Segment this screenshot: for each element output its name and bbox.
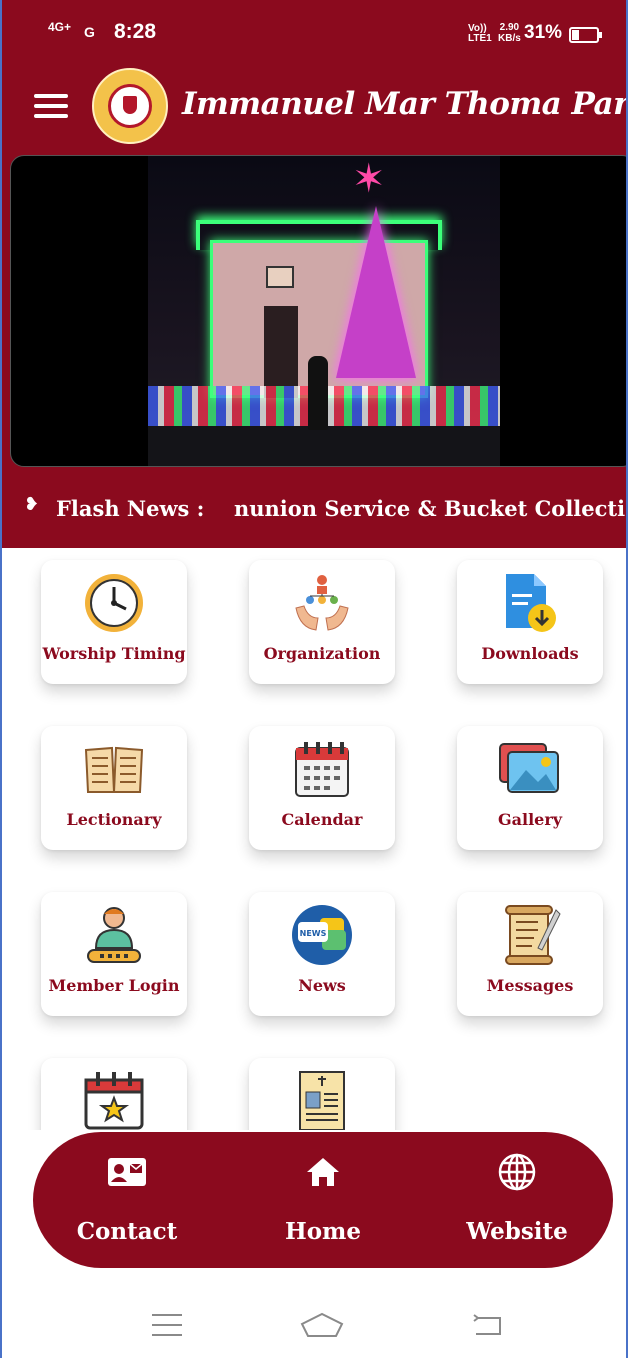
nav-label: Home (284, 1218, 362, 1245)
flash-news-text: nunion Service & Bucket Collection (234, 496, 628, 521)
contact-card-icon (108, 1158, 146, 1186)
status-bar: 4G+ G 8:28 Vo)) LTE1 2.90 KB/s 31% (2, 0, 626, 64)
calendar-icon (295, 742, 349, 797)
tile-events[interactable] (41, 1058, 187, 1130)
tile-label: News (298, 976, 346, 995)
flash-icon: ❥ (24, 494, 40, 515)
recent-apps-icon[interactable] (152, 1314, 182, 1344)
nav-label: Website (466, 1218, 568, 1245)
parish-seal-logo (92, 68, 168, 144)
nav-website[interactable]: Website (427, 1132, 607, 1268)
tile-label: Worship Timing (42, 644, 186, 663)
clock-icon (85, 574, 143, 632)
battery-fill (572, 30, 579, 40)
tile-downloads[interactable]: Downloads (457, 560, 603, 684)
globe-icon (498, 1153, 536, 1191)
network-speed-unit: KB/s (498, 33, 521, 44)
tile-member-login[interactable]: Member Login (41, 892, 187, 1016)
system-home-icon[interactable] (300, 1312, 344, 1338)
system-nav-bar (2, 1290, 626, 1358)
system-back-icon[interactable] (472, 1314, 502, 1336)
phone-frame: 4G+ G 8:28 Vo)) LTE1 2.90 KB/s 31% Imman… (0, 0, 628, 1358)
tile-obituary[interactable] (249, 1058, 395, 1130)
tile-news[interactable]: NEWS News (249, 892, 395, 1016)
menu-grid: Worship Timing Organization Downloads Le… (2, 548, 626, 1130)
tile-organization[interactable]: Organization (249, 560, 395, 684)
download-file-icon (506, 574, 556, 632)
flash-news-bar[interactable]: ❥ Flash News : nunion Service & Bucket C… (2, 488, 628, 532)
tile-label: Gallery (497, 810, 563, 829)
tile-label: Organization (263, 644, 381, 663)
obituary-document-icon (299, 1071, 345, 1130)
tile-label: Messages (486, 976, 574, 995)
banner-image[interactable]: ✶ (10, 155, 626, 467)
tile-label: Downloads (481, 644, 579, 663)
nav-label: Contact (76, 1218, 178, 1245)
network-g-indicator: G (84, 24, 95, 40)
church-christmas-lights-photo: ✶ (148, 156, 500, 466)
open-book-icon (84, 746, 144, 793)
volte-indicator: Vo)) LTE1 (468, 23, 492, 44)
tile-label: Member Login (48, 976, 180, 995)
app-bar: Immanuel Mar Thoma Parish (2, 64, 628, 152)
tile-messages[interactable]: Messages (457, 892, 603, 1016)
app-title: Immanuel Mar Thoma Parish (182, 86, 628, 122)
tile-label: Calendar (281, 810, 363, 829)
tile-calendar[interactable]: Calendar (249, 726, 395, 850)
bottom-nav: Contact Home Website (33, 1132, 613, 1268)
network-4g-indicator: 4G+ (48, 20, 72, 34)
battery-icon (569, 27, 602, 43)
tile-label: Lectionary (66, 810, 162, 829)
news-icon: NEWS (292, 905, 352, 965)
tile-gallery[interactable]: Gallery (457, 726, 603, 850)
gallery-icon (499, 743, 559, 793)
home-icon (307, 1158, 339, 1186)
tile-lectionary[interactable]: Lectionary (41, 726, 187, 850)
nav-home[interactable]: Home (233, 1132, 413, 1268)
hamburger-menu-icon[interactable] (34, 94, 68, 120)
scroll-quill-icon (505, 905, 561, 965)
network-speed: 2.90 KB/s (498, 22, 521, 44)
battery-percent: 31% (524, 22, 563, 43)
event-calendar-star-icon (84, 1072, 144, 1130)
member-user-icon (87, 907, 141, 963)
tile-worship-timing[interactable]: Worship Timing (41, 560, 187, 684)
organization-hands-icon (295, 575, 349, 631)
status-time: 8:28 (114, 20, 157, 43)
svg-text:NEWS: NEWS (300, 929, 327, 938)
nav-contact[interactable]: Contact (37, 1132, 217, 1268)
flash-news-label: Flash News : (56, 496, 205, 521)
network-speed-value: 2.90 (499, 22, 520, 33)
